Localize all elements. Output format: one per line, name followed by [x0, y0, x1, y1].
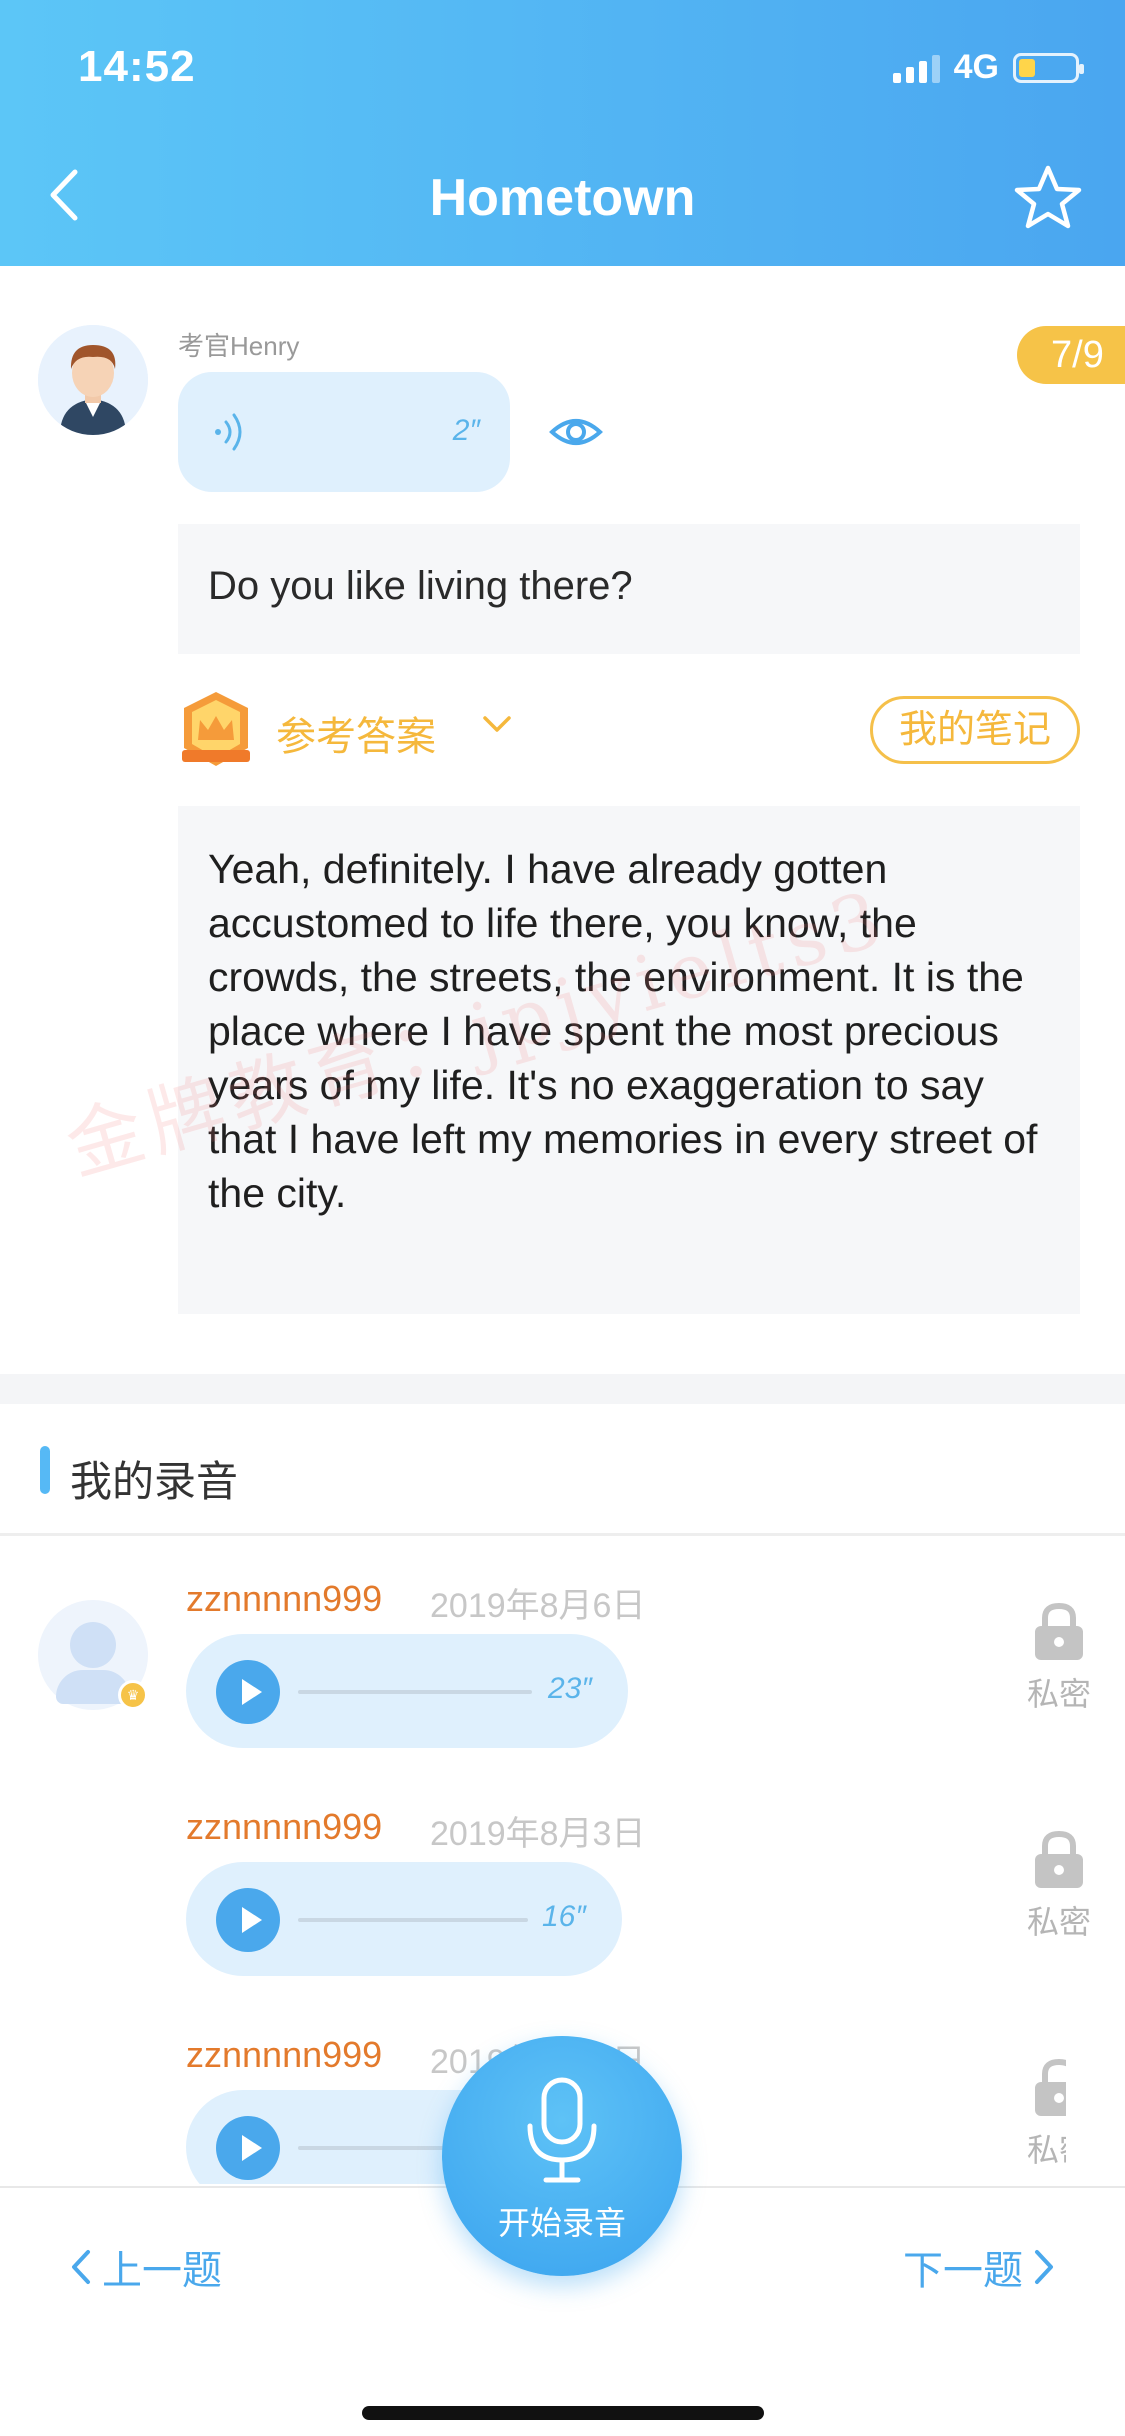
progress-track[interactable]: [298, 1918, 528, 1922]
private-label: 私密: [1026, 1904, 1091, 1940]
recording-duration: 23″: [548, 1672, 592, 1705]
reference-answer-row: 参考答案 我的笔记: [178, 688, 1080, 768]
progress-track[interactable]: [298, 1690, 532, 1694]
recordings-section-title: 我的录音: [70, 1458, 239, 1505]
recording-date: 2019年8月6日: [430, 1587, 646, 1625]
audio-player: 16″: [186, 1862, 622, 1976]
next-question-button[interactable]: 下一题: [903, 2238, 1055, 2296]
recording-username: zznnnnn999: [186, 1806, 383, 1847]
recording-date: 2019年8月3日: [430, 1815, 646, 1853]
app-header: 14:52 4G Hometown: [0, 0, 1125, 266]
recording-duration: 16″: [542, 1900, 586, 1933]
private-label: 私密: [1026, 2132, 1066, 2168]
examiner-name: 考官Henry: [178, 331, 300, 361]
signal-icon: [892, 53, 940, 83]
favorite-button[interactable]: [1011, 162, 1085, 236]
previous-question-button[interactable]: 上一题: [70, 2238, 222, 2296]
private-toggle[interactable]: 私密: [1016, 1600, 1102, 1715]
audio-player: 23″: [186, 1634, 628, 1748]
voice-duration: 2″: [452, 414, 480, 447]
private-label: 私密: [1026, 1676, 1091, 1712]
question-text: Do you like living there?: [208, 564, 633, 608]
eye-icon: [549, 419, 603, 445]
page-title: Hometown: [429, 169, 696, 227]
network-label: 4G: [953, 48, 999, 86]
recording-item: zznnnnn999 2019年8月3日 16″ 私密: [186, 1806, 1091, 2006]
sound-wave-icon: [215, 413, 242, 451]
chevron-right-icon: [1035, 2250, 1053, 2284]
question-box: Do you like living there?: [178, 524, 1080, 654]
examiner-voice-bubble[interactable]: 2″: [178, 372, 510, 492]
section-accent-bar: [40, 1446, 50, 1494]
start-recording-button[interactable]: 开始录音: [442, 2036, 682, 2276]
microphone-icon: [527, 2077, 597, 2183]
lock-icon: [1035, 1602, 1083, 1660]
reference-answer-label[interactable]: 参考答案: [276, 704, 436, 762]
private-toggle[interactable]: 私密: [1016, 2056, 1066, 2171]
my-notes-button[interactable]: 我的笔记: [870, 696, 1080, 764]
lock-icon: [1035, 1830, 1083, 1888]
previous-question-label: 上一题: [102, 2249, 222, 2293]
crown-badge-icon: [182, 692, 250, 766]
user-avatar: ♛: [38, 1600, 148, 1710]
chevron-left-icon: [72, 2250, 90, 2284]
crown-badge-icon: ♛: [118, 1680, 148, 1710]
chevron-down-icon[interactable]: [482, 714, 512, 734]
battery-icon: [1013, 52, 1084, 83]
star-icon: [1014, 165, 1082, 229]
recordings-section-header: 我的录音: [0, 1404, 1125, 1536]
home-indicator: [362, 2406, 764, 2420]
section-divider: [0, 1374, 1125, 1404]
recording-username: zznnnnn999: [186, 2034, 383, 2075]
play-button[interactable]: [216, 1888, 280, 1952]
lock-icon: [1035, 2058, 1066, 2116]
examiner-avatar: [38, 325, 148, 435]
private-toggle[interactable]: 私密: [1016, 1828, 1102, 1943]
play-button[interactable]: [216, 1660, 280, 1724]
status-time: 14:52: [78, 42, 196, 91]
play-button[interactable]: [216, 2116, 280, 2180]
show-text-button[interactable]: [548, 408, 604, 456]
question-counter-badge: 7/9: [1017, 326, 1125, 384]
status-indicators: 4G: [892, 48, 1084, 87]
recording-username: zznnnnn999: [186, 1578, 383, 1619]
recording-item: zznnnnn999 2019年8月6日 23″ 私密: [186, 1578, 1091, 1778]
start-recording-label: 开始录音: [497, 2205, 626, 2241]
next-question-label: 下一题: [903, 2249, 1023, 2293]
